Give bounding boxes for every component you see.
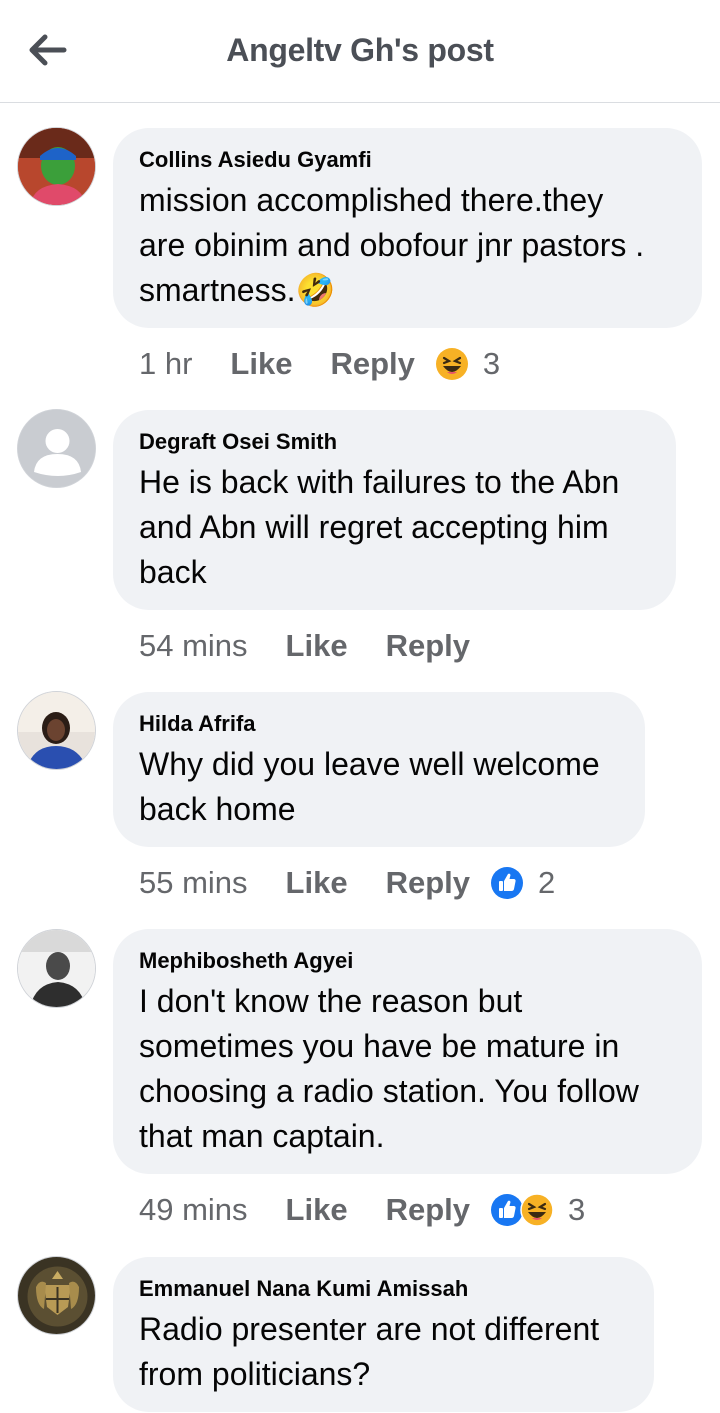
comment-line: He is back with failures to the Abn	[139, 464, 620, 500]
reaction-summary[interactable]: 3	[490, 1192, 585, 1228]
comment-text: He is back with failures to the Abn and …	[139, 460, 650, 595]
reaction-count: 2	[538, 865, 556, 900]
avatar-image	[18, 692, 95, 769]
comment-actions: 1 hr Like Reply 3	[139, 344, 500, 384]
page-title: Angeltv Gh's post	[226, 32, 494, 68]
comment-author[interactable]: Degraft Osei Smith	[139, 428, 650, 456]
avatar[interactable]	[17, 127, 96, 206]
comment-line: back home	[139, 791, 296, 827]
reply-button[interactable]: Reply	[386, 628, 470, 664]
haha-reaction-icon	[520, 1193, 554, 1227]
comment-line: sometimes you have be mature in	[139, 1028, 620, 1064]
comment-line: I don't know the reason but	[139, 983, 523, 1019]
comment-line: that man captain.	[139, 1118, 385, 1154]
comment-line: mission accomplished there.they	[139, 182, 604, 218]
reaction-count: 3	[482, 346, 501, 381]
like-reaction-icon	[491, 867, 523, 899]
comment-bubble[interactable]: Emmanuel Nana Kumi Amissah Radio present…	[113, 1257, 654, 1412]
avatar[interactable]	[17, 691, 96, 770]
reply-button[interactable]: Reply	[386, 1192, 470, 1228]
comment-line: are obinim and obofour jnr pastors .	[139, 227, 645, 263]
comment-text: Radio presenter are not different from p…	[139, 1307, 628, 1397]
comment-line: Radio presenter are not different	[139, 1311, 600, 1347]
comment-author[interactable]: Mephibosheth Agyei	[139, 947, 676, 975]
comment-author[interactable]: Collins Asiedu Gyamfi	[139, 146, 676, 174]
reaction-summary[interactable]: 2	[490, 865, 555, 901]
reply-button[interactable]: Reply	[330, 346, 414, 382]
comment-actions: 55 mins Like Reply 2	[139, 863, 555, 903]
comment-author[interactable]: Hilda Afrifa	[139, 710, 619, 738]
haha-reaction-icon	[435, 348, 468, 380]
timestamp[interactable]: 54 mins	[139, 628, 248, 664]
comment-line: choosing a radio station. You follow	[139, 1073, 639, 1109]
comment-bubble[interactable]: Hilda Afrifa Why did you leave well welc…	[113, 692, 645, 847]
avatar-image	[18, 930, 95, 1007]
avatar-image	[18, 128, 95, 205]
comment-text: Why did you leave well welcome back home	[139, 742, 619, 832]
like-button[interactable]: Like	[286, 628, 348, 664]
comment-line: smartness.🤣	[139, 272, 336, 308]
comment-bubble[interactable]: Collins Asiedu Gyamfi mission accomplish…	[113, 128, 702, 328]
like-button[interactable]: Like	[286, 1192, 348, 1228]
avatar[interactable]	[17, 929, 96, 1008]
comment-actions: 54 mins Like Reply	[139, 626, 470, 666]
reaction-summary[interactable]: 3	[435, 346, 500, 382]
comment-line: Why did you leave well welcome	[139, 746, 600, 782]
timestamp[interactable]: 1 hr	[139, 346, 192, 382]
comment-bubble[interactable]: Degraft Osei Smith He is back with failu…	[113, 410, 676, 610]
like-button[interactable]: Like	[286, 865, 348, 901]
coat-of-arms-avatar-image	[18, 1257, 95, 1334]
comment-text: mission accomplished there.they are obin…	[139, 178, 676, 313]
comment-actions: 49 mins Like Reply 3	[139, 1190, 585, 1230]
comment-text: I don't know the reason but sometimes yo…	[139, 979, 676, 1159]
avatar[interactable]	[17, 1256, 96, 1335]
timestamp[interactable]: 49 mins	[139, 1192, 248, 1228]
like-reaction-icon	[491, 1194, 523, 1226]
reply-button[interactable]: Reply	[386, 865, 470, 901]
top-bar: Angeltv Gh's post	[0, 0, 720, 103]
like-button[interactable]: Like	[230, 346, 292, 382]
default-avatar-icon	[18, 410, 95, 487]
timestamp[interactable]: 55 mins	[139, 865, 248, 901]
comment-line: from politicians?	[139, 1356, 371, 1392]
comment-bubble[interactable]: Mephibosheth Agyei I don't know the reas…	[113, 929, 702, 1174]
comment-line: back	[139, 554, 207, 590]
avatar[interactable]	[17, 409, 96, 488]
comment-author[interactable]: Emmanuel Nana Kumi Amissah	[139, 1275, 628, 1303]
comment-line: and Abn will regret accepting him	[139, 509, 609, 545]
reaction-count: 3	[568, 1192, 586, 1227]
